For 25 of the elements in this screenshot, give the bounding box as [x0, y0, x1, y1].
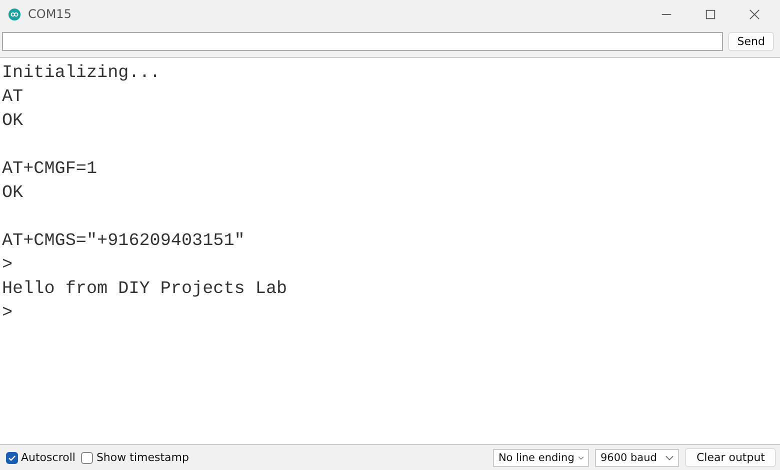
output-line: AT+CMGF=1 [2, 158, 98, 181]
output-line: Initializing... [2, 62, 162, 85]
chevron-icon [578, 454, 584, 460]
clear-output-button[interactable]: Clear output [685, 448, 776, 467]
checkmark-icon [7, 452, 17, 462]
output-line: > [2, 302, 14, 325]
baud-rate-dropdown[interactable]: 9600 baud [595, 448, 680, 466]
output-line: OK [2, 110, 24, 133]
output-line: AT+CMGS="+916209403151" [2, 230, 246, 253]
maximize-icon[interactable] [705, 8, 716, 20]
autoscroll-checkbox[interactable] [6, 452, 18, 464]
show-timestamp-label: Show timestamp [96, 451, 189, 464]
chevron-icon [665, 454, 674, 460]
output-line: OK [2, 182, 24, 205]
close-icon[interactable] [749, 8, 760, 20]
line-ending-dropdown[interactable]: No line ending [493, 448, 590, 466]
output-line: Hello from DIY Projects Lab [2, 278, 288, 301]
send-button[interactable]: Send [728, 32, 774, 50]
output-line: AT [2, 86, 24, 109]
window-title: COM15 [28, 7, 72, 21]
show-timestamp-checkbox[interactable] [81, 452, 94, 464]
autoscroll-label: Autoscroll [21, 451, 76, 464]
message-input-field[interactable] [2, 32, 724, 50]
app-logo-icon [8, 8, 21, 20]
output-line: > [2, 254, 14, 277]
